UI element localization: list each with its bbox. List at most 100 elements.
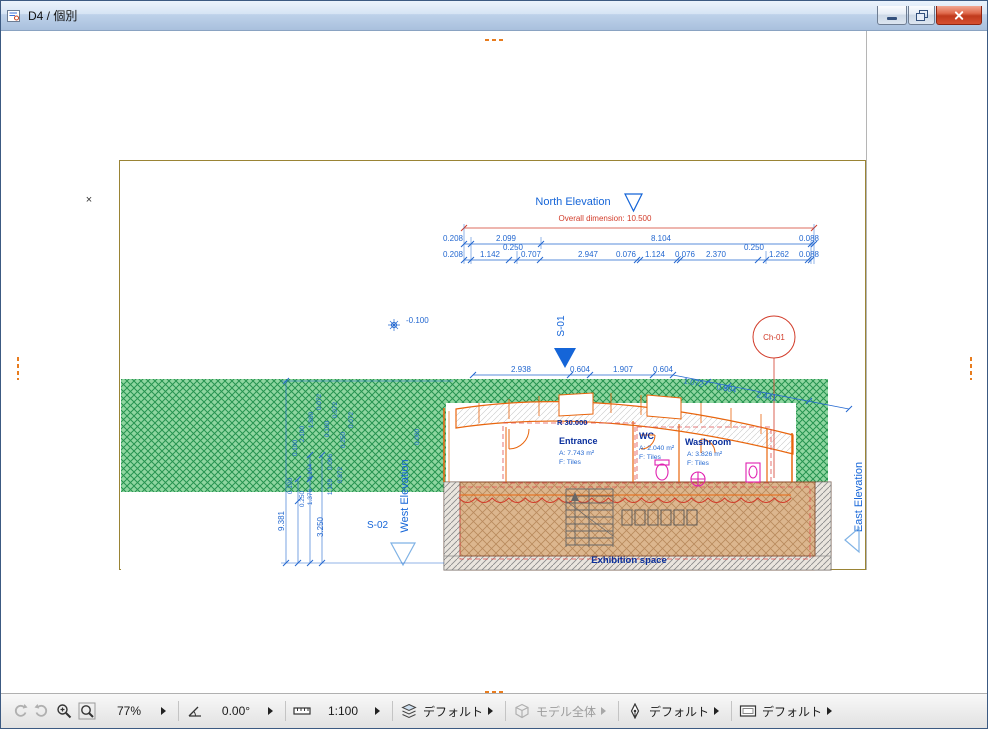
restore-button[interactable]	[908, 6, 935, 25]
view-settings-flyout-arrow[interactable]	[827, 707, 832, 715]
dim-label: 1.262	[769, 250, 790, 259]
dim-label: 0.076	[675, 250, 696, 259]
dim-label: 1.142	[480, 250, 501, 259]
room-name: WC	[639, 431, 654, 441]
north-elevation-label: North Elevation	[535, 196, 610, 208]
minimize-button[interactable]	[877, 6, 907, 25]
dim-label: 0.250	[744, 243, 765, 252]
redo-icon	[34, 703, 50, 719]
zoom-flyout-arrow[interactable]	[161, 707, 166, 715]
section-s02-label: S-02	[367, 520, 389, 531]
rotation-value-button[interactable]: 0.00°	[206, 699, 266, 723]
west-elevation-label: West Elevation	[399, 459, 411, 532]
overall-dimension-label: Overall dimension: 10.500	[559, 214, 652, 223]
pen-set-value-button[interactable]: デフォルト	[646, 699, 712, 723]
dim-label: 1.907	[613, 365, 634, 374]
dim-label: 0.088	[799, 234, 820, 243]
roof-radius-label: R 30.000	[557, 418, 587, 427]
toolbar-separator	[505, 701, 506, 721]
pen-set-icon	[624, 699, 646, 723]
dim-label: 0.208	[443, 250, 464, 259]
dim-label: 0.072	[316, 393, 323, 410]
dim-label: 0.604	[653, 365, 674, 374]
top-dimensions: Overall dimension: 10.500 0.208 2.099 8.…	[443, 214, 820, 264]
dim-label: 2.938	[511, 365, 532, 374]
room-floor: F: Tiles	[639, 454, 662, 461]
dim-label: 1.128	[327, 478, 334, 495]
close-button[interactable]	[936, 6, 982, 25]
view-settings-value-button[interactable]: デフォルト	[759, 699, 825, 723]
toolbar-separator	[285, 701, 286, 721]
app-window: D4 / 個別	[0, 0, 988, 729]
model-view-value-button[interactable]: モデル全体	[533, 699, 599, 723]
minimize-icon	[887, 17, 897, 20]
zoom-value-button[interactable]: 77%	[99, 699, 159, 723]
dim-label: 0.707	[521, 250, 542, 259]
zoom-in-icon	[56, 703, 72, 719]
room-area: A: 2.040 m²	[639, 445, 675, 452]
dim-label: 8.104	[651, 234, 672, 243]
dim-label: 0.604	[570, 365, 591, 374]
room-floor: F: Tiles	[559, 459, 582, 466]
level-label: -0.100	[406, 316, 429, 325]
dim-label: 1.800	[308, 411, 315, 428]
layer-flyout-arrow[interactable]	[488, 707, 493, 715]
view-settings-icon	[737, 699, 759, 723]
rotation-flyout-arrow[interactable]	[268, 707, 273, 715]
margin-break-markers[interactable]	[18, 40, 971, 692]
toolbar-separator	[731, 701, 732, 721]
dim-label: 0.250	[340, 431, 347, 448]
bottom-toolbar: 77% 0.00° 1:100 デフォルト モデル全体 デフォルト	[1, 693, 987, 728]
undo-button[interactable]	[9, 699, 31, 723]
dim-label: 2.947	[578, 250, 599, 259]
titlebar[interactable]: D4 / 個別	[1, 1, 987, 31]
room-floor: F: Tiles	[687, 460, 710, 467]
layer-value-button[interactable]: デフォルト	[420, 699, 486, 723]
toolbar-separator	[618, 701, 619, 721]
drawing: ×	[1, 31, 987, 693]
restore-icon	[916, 10, 928, 21]
origin-marker: ×	[86, 194, 92, 206]
pen-set-flyout-arrow[interactable]	[714, 707, 719, 715]
dim-label: 9.381	[277, 510, 286, 531]
scale-flyout-arrow[interactable]	[375, 707, 380, 715]
dim-label: 0.100	[287, 477, 294, 494]
rotation-icon	[184, 699, 206, 723]
dim-label: 2.099	[496, 234, 517, 243]
layers-icon	[398, 699, 420, 723]
dim-label: 2.370	[706, 250, 727, 259]
dim-label: 0.250	[299, 490, 306, 507]
zoom-in-button[interactable]	[53, 699, 75, 723]
zoom-window-button[interactable]	[75, 699, 99, 723]
window-title: D4 / 個別	[28, 7, 876, 24]
dim-label: 0.072	[348, 411, 355, 428]
dim-label: 0.076	[616, 250, 637, 259]
room-name: Washroom	[685, 437, 731, 447]
model-view-flyout-arrow[interactable]	[601, 707, 606, 715]
ch01-label: Ch-01	[763, 333, 785, 342]
dim-label: 0.208	[443, 234, 464, 243]
datum-label: 0.000	[414, 428, 421, 445]
level-marker: -0.100	[388, 316, 429, 331]
dim-label: 0.104	[307, 463, 314, 480]
dim-label: 0.072	[332, 401, 339, 418]
close-icon	[953, 9, 966, 22]
scale-icon	[291, 699, 313, 723]
north-elevation-icon	[625, 194, 642, 211]
dim-label: 0.096	[327, 453, 334, 470]
dim-label: 0.100	[324, 420, 331, 437]
redo-button[interactable]	[31, 699, 53, 723]
room-name: Entrance	[559, 436, 598, 446]
dim-label: 1.376	[307, 488, 314, 505]
app-icon	[6, 8, 22, 24]
dim-label: 1.124	[645, 250, 666, 259]
dim-label: 0.088	[799, 250, 820, 259]
dim-label: 2.100	[299, 425, 306, 442]
model-view-icon	[511, 699, 533, 723]
zoom-window-icon	[78, 702, 96, 720]
toolbar-separator	[392, 701, 393, 721]
dim-label: 0.872	[337, 466, 344, 483]
scale-value-button[interactable]: 1:100	[313, 699, 373, 723]
drawing-canvas[interactable]: ×	[1, 31, 987, 693]
section-s01-label: S-01	[556, 315, 567, 337]
